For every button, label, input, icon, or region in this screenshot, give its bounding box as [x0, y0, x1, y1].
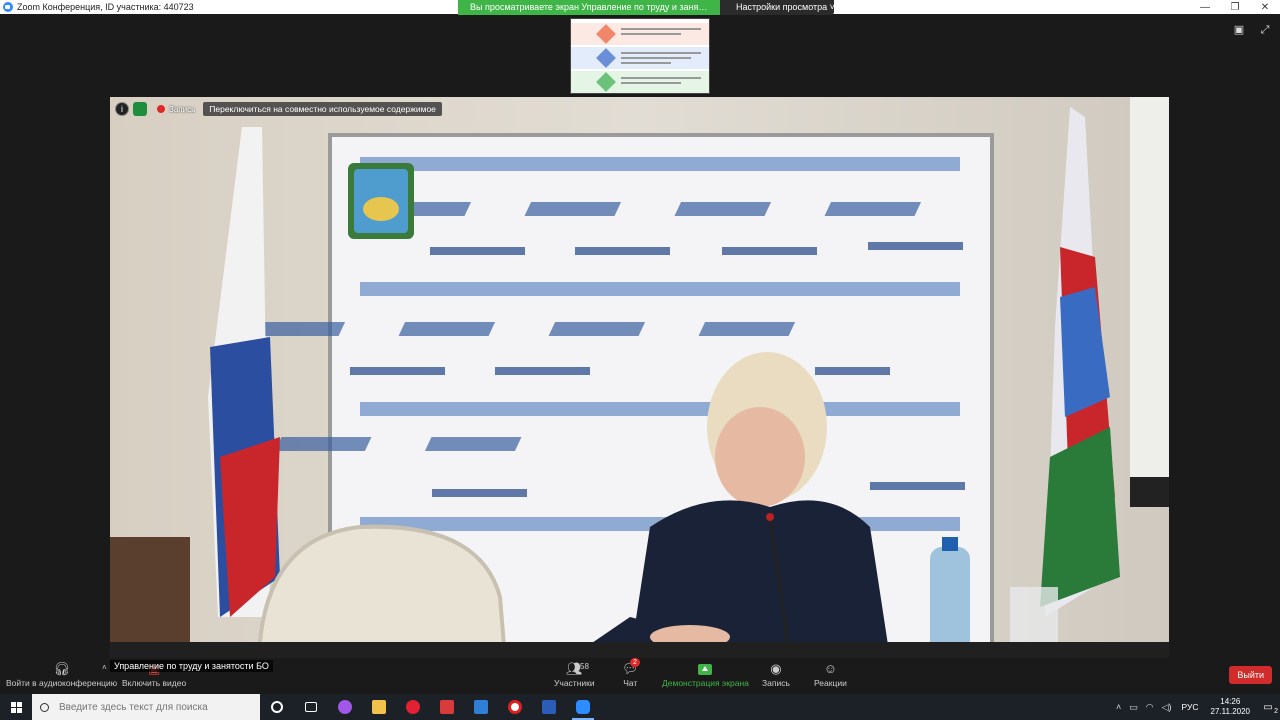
- participant-video: [110, 97, 1169, 658]
- info-icon[interactable]: i: [115, 102, 129, 116]
- headphones-icon: 🎧︎: [53, 661, 70, 676]
- taskbar-yandex[interactable]: [498, 694, 532, 720]
- taskbar-mail[interactable]: [464, 694, 498, 720]
- windows-start-button[interactable]: [0, 694, 32, 720]
- share-screen-icon: [698, 664, 713, 675]
- clock[interactable]: 14:26 27.11.2020: [1211, 697, 1250, 717]
- leave-button[interactable]: Выйти: [1229, 666, 1272, 684]
- reactions-icon: ☺: [823, 661, 838, 676]
- folder-icon: [372, 700, 386, 714]
- taskbar-opera[interactable]: [396, 694, 430, 720]
- join-audio-button[interactable]: 🎧︎ Войти в аудиоконференцию: [6, 660, 117, 688]
- network-icon[interactable]: ▭: [1129, 702, 1138, 713]
- participants-button[interactable]: 👥︎ 58 Участники: [554, 660, 595, 688]
- view-options-button[interactable]: Настройки просмотра ˅: [720, 0, 835, 15]
- taskbar-search[interactable]: [32, 694, 260, 720]
- view-icons: ▣ ⤢: [1232, 24, 1272, 36]
- recording-label: Запись: [169, 104, 196, 114]
- taskbar-search-input[interactable]: [59, 701, 249, 713]
- clock-date: 27.11.2020: [1210, 707, 1250, 716]
- chevron-up-icon: ˄: [102, 663, 107, 672]
- search-icon: [40, 702, 49, 712]
- chat-button[interactable]: 💬︎ 2 Чат: [622, 658, 640, 688]
- minimize-button[interactable]: —: [1190, 0, 1220, 14]
- tray-expand-icon[interactable]: ˄: [1116, 702, 1121, 712]
- taskbar-app-1[interactable]: [328, 694, 362, 720]
- participants-count: 58: [580, 662, 589, 671]
- notifications-button[interactable]: ▭ 2: [1256, 702, 1280, 715]
- share-message: Вы просматриваете экран Управление по тр…: [458, 0, 720, 15]
- video-frame: [110, 97, 1169, 658]
- record-button[interactable]: ◉ Запись: [762, 660, 790, 688]
- system-tray: ˄ ▭ ◠ ◁) РУС 14:26 27.11.2020 ▭ 2: [1112, 694, 1280, 720]
- zoom-icon: [576, 700, 590, 714]
- layout-icon[interactable]: ▣: [1232, 24, 1246, 36]
- cortana-button[interactable]: [260, 694, 294, 720]
- fullscreen-icon[interactable]: ⤢: [1258, 24, 1272, 36]
- maximize-button[interactable]: ❐: [1220, 0, 1250, 14]
- taskbar-word[interactable]: [532, 694, 566, 720]
- input-language[interactable]: РУС: [1182, 702, 1199, 712]
- opera-icon: [406, 700, 420, 714]
- shield-icon[interactable]: [133, 102, 147, 116]
- taskbar-app-2[interactable]: [430, 694, 464, 720]
- windows-taskbar: ˄ ▭ ◠ ◁) РУС 14:26 27.11.2020 ▭2: [0, 694, 1280, 720]
- yandex-icon: [508, 700, 522, 714]
- volume-icon[interactable]: ◁): [1162, 702, 1172, 713]
- chat-badge: 2: [630, 658, 640, 667]
- record-icon: [157, 105, 165, 113]
- participants-icon: 👥︎ 58: [566, 660, 589, 678]
- clock-time: 14:26: [1220, 697, 1241, 706]
- recording-bar: i Запись Переключиться на совместно испо…: [115, 102, 442, 116]
- window-title: Zoom Конференция, ID участника: 440723: [17, 2, 194, 12]
- meeting-stage: ▣ ⤢ i Запись Переключиться на совместно …: [0, 14, 1280, 672]
- app-icon: [338, 700, 352, 714]
- record-button-icon: ◉: [770, 661, 782, 676]
- wifi-icon[interactable]: ◠: [1146, 702, 1154, 713]
- participant-name-tag: Управление по труду и занятости БО: [110, 660, 273, 672]
- share-banner: Вы просматриваете экран Управление по тр…: [458, 0, 835, 15]
- notification-count: 2: [1274, 707, 1278, 715]
- mail-icon: [474, 700, 488, 714]
- chat-icon: 💬︎ 2: [622, 658, 640, 676]
- task-view-button[interactable]: [294, 694, 328, 720]
- taskbar-zoom[interactable]: [566, 694, 600, 720]
- switch-to-shared-content-button[interactable]: Переключиться на совместно используемое …: [203, 102, 442, 116]
- cortana-icon: [271, 701, 283, 713]
- share-screen-button[interactable]: Демонстрация экрана: [662, 660, 749, 688]
- reactions-button[interactable]: ☺ Реакции: [814, 660, 847, 688]
- audio-options-chevron[interactable]: ˄: [102, 664, 107, 682]
- taskbar-file-explorer[interactable]: [362, 694, 396, 720]
- task-view-icon: [305, 702, 317, 712]
- zoom-icon: [3, 2, 13, 12]
- close-button[interactable]: ✕: [1250, 0, 1280, 14]
- app-icon: [440, 700, 454, 714]
- shared-screen-thumbnail[interactable]: [570, 18, 710, 94]
- word-icon: [542, 700, 556, 714]
- window-controls: — ❐ ✕: [1190, 0, 1280, 14]
- windows-start-icon: [10, 701, 22, 713]
